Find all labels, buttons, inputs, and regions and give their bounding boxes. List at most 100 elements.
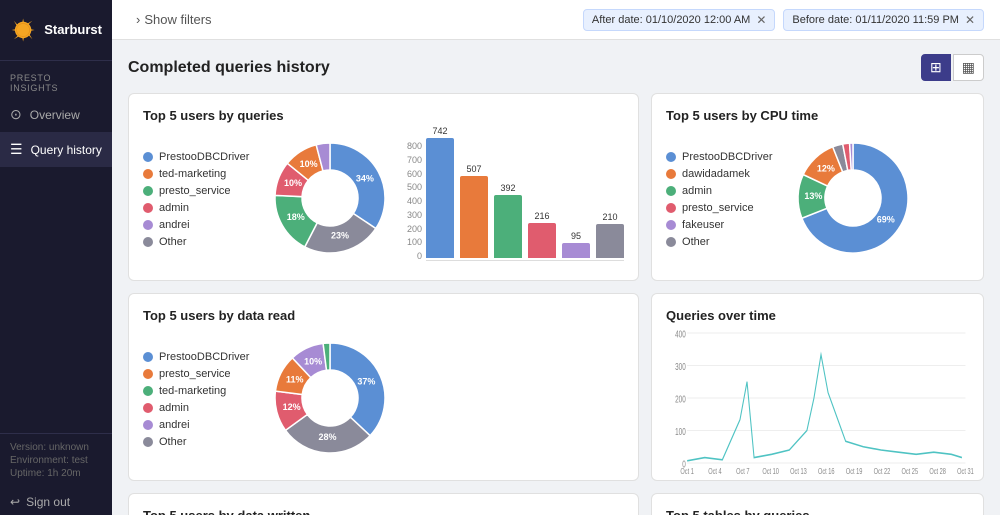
legend-item-label: PrestooDBCDriver xyxy=(159,351,249,363)
query-history-icon: ☰ xyxy=(10,141,23,158)
filter-after-close-button[interactable]: ✕ xyxy=(756,13,766,27)
legend-item: presto_service xyxy=(143,185,253,197)
chart-top5-users-queries: Top 5 users by queries PrestooDBCDrivert… xyxy=(128,93,639,281)
svg-text:23%: 23% xyxy=(331,231,349,241)
chart-inner-top5-users-queries: PrestooDBCDriver ted-marketing presto_serv… xyxy=(143,133,624,266)
legend-color-dot xyxy=(143,203,153,213)
filter-after-label: After date: 01/10/2020 12:00 AM xyxy=(592,14,750,26)
bar-rect xyxy=(596,224,624,258)
legend-color-dot xyxy=(143,437,153,447)
sign-out-button[interactable]: ↩ Sign out xyxy=(0,489,112,515)
filter-tag-before: Before date: 01/11/2020 11:59 PM ✕ xyxy=(783,9,984,31)
svg-text:10%: 10% xyxy=(300,159,318,169)
svg-text:Oct 4: Oct 4 xyxy=(708,466,721,477)
legend-color-dot xyxy=(143,186,153,196)
legend-item: andrei xyxy=(143,219,253,231)
bar-y-labels: 8007006005004003002001000 xyxy=(407,141,422,261)
legend-item: Other xyxy=(143,236,253,248)
chart-title-top5-users-cpu: Top 5 users by CPU time xyxy=(666,108,969,123)
donut-top5-users-data-read: 37%28%12%11%10% xyxy=(265,333,395,466)
content-header: Completed queries history ⊞ ▦ xyxy=(128,54,984,81)
y-label: 100 xyxy=(407,237,422,247)
view-toggle: ⊞ ▦ xyxy=(921,54,984,81)
legend-item-label: PrestooDBCDriver xyxy=(159,151,249,163)
show-filters-button[interactable]: › Show filters xyxy=(128,8,220,31)
svg-text:Oct 7: Oct 7 xyxy=(736,466,749,477)
sign-out-label: Sign out xyxy=(26,495,70,509)
legend-item-label: Other xyxy=(159,436,187,448)
bar-value: 742 xyxy=(433,126,448,136)
legend-color-dot xyxy=(666,237,676,247)
svg-text:Oct 1: Oct 1 xyxy=(680,466,693,477)
bar-rect xyxy=(426,138,454,258)
sidebar-item-query-history[interactable]: ☰ Query history xyxy=(0,132,112,167)
svg-text:10%: 10% xyxy=(304,357,322,367)
svg-text:200: 200 xyxy=(675,394,686,405)
bar-chart-area: 74250739221695210 xyxy=(426,138,624,258)
legend-color-dot xyxy=(143,152,153,162)
line-chart-svg: 4003002001000Oct 1Oct 4Oct 7Oct 10Oct 13… xyxy=(666,333,969,463)
legend-color-dot xyxy=(143,169,153,179)
svg-text:Oct 31: Oct 31 xyxy=(957,466,974,477)
filter-tag-after: After date: 01/10/2020 12:00 AM ✕ xyxy=(583,9,775,31)
chart-queries-over-time: Queries over time 4003002001000Oct 1Oct … xyxy=(651,293,984,481)
legend-item-label: presto_service xyxy=(682,202,754,214)
page-title: Completed queries history xyxy=(128,59,330,77)
legend-item: andrei xyxy=(143,419,253,431)
chart-title-top5-tables-queries: Top 5 tables by queries xyxy=(666,508,969,515)
bar-view-button[interactable]: ▦ xyxy=(953,54,984,81)
filter-before-close-button[interactable]: ✕ xyxy=(965,13,975,27)
sidebar-footer: Version: unknown Environment: test Uptim… xyxy=(0,433,112,489)
legend-item: ted-marketing xyxy=(143,168,253,180)
bar-column: 392 xyxy=(494,183,522,258)
show-filters-label: Show filters xyxy=(144,12,211,27)
y-label: 0 xyxy=(407,251,422,261)
bar-rect xyxy=(562,243,590,258)
legend-item-label: fakeuser xyxy=(682,219,724,231)
svg-text:18%: 18% xyxy=(287,212,305,222)
legend-item: admin xyxy=(666,185,776,197)
main-content: › Show filters After date: 01/10/2020 12… xyxy=(112,0,1000,515)
bar-value: 216 xyxy=(535,211,550,221)
y-label: 300 xyxy=(407,210,422,220)
uptime-text: Uptime: 1h 20m xyxy=(10,468,102,479)
donut-top5-users-queries: 34%23%18%10%10% xyxy=(265,133,395,266)
grid-view-button[interactable]: ⊞ xyxy=(921,54,951,81)
bar-rect xyxy=(494,195,522,258)
chart-top5-users-cpu: Top 5 users by CPU time PrestooDBCDriver… xyxy=(651,93,984,281)
donut-svg-cpu: 69%13%12% xyxy=(788,133,918,263)
sidebar-section-label: PRESTO INSIGHTS xyxy=(0,61,112,97)
legend-color-dot xyxy=(666,203,676,213)
legend-item-label: admin xyxy=(682,185,712,197)
bar-value: 507 xyxy=(467,164,482,174)
legend-item: PrestooDBCDriver xyxy=(143,351,253,363)
legend-color-dot xyxy=(666,220,676,230)
svg-text:Oct 16: Oct 16 xyxy=(818,466,835,477)
donut-svg-dr: 37%28%12%11%10% xyxy=(265,333,395,463)
chart-inner-top5-users-data-read: PrestooDBCDriverpresto_serviceted-market… xyxy=(143,333,624,466)
legend-item-label: admin xyxy=(159,202,189,214)
legend-item-label: presto_service xyxy=(159,185,231,197)
bar-rect xyxy=(528,223,556,258)
environment-text: Environment: test xyxy=(10,455,102,466)
bar-column: 210 xyxy=(596,212,624,258)
legend-item: admin xyxy=(143,202,253,214)
svg-text:13%: 13% xyxy=(804,191,822,201)
legend-top5-users-queries: PrestooDBCDriver ted-marketing presto_serv… xyxy=(143,151,253,248)
y-label: 500 xyxy=(407,182,422,192)
legend-item: fakeuser xyxy=(666,219,776,231)
bar-chart-queries: 8007006005004003002001000 74250739221695… xyxy=(407,138,624,261)
donut-top5-users-cpu: 69%13%12% xyxy=(788,133,918,266)
legend-color-dot xyxy=(143,352,153,362)
legend-item: Other xyxy=(666,236,776,248)
svg-text:Oct 10: Oct 10 xyxy=(762,466,779,477)
bar-column: 216 xyxy=(528,211,556,258)
sidebar-item-overview[interactable]: ⊙ Overview xyxy=(0,97,112,132)
svg-text:11%: 11% xyxy=(286,374,304,384)
overview-icon: ⊙ xyxy=(10,106,22,123)
legend-item-label: PrestooDBCDriver xyxy=(682,151,772,163)
legend-color-dot xyxy=(666,169,676,179)
legend-color-dot xyxy=(143,386,153,396)
svg-text:Oct 13: Oct 13 xyxy=(790,466,807,477)
legend-item-label: presto_service xyxy=(159,368,231,380)
